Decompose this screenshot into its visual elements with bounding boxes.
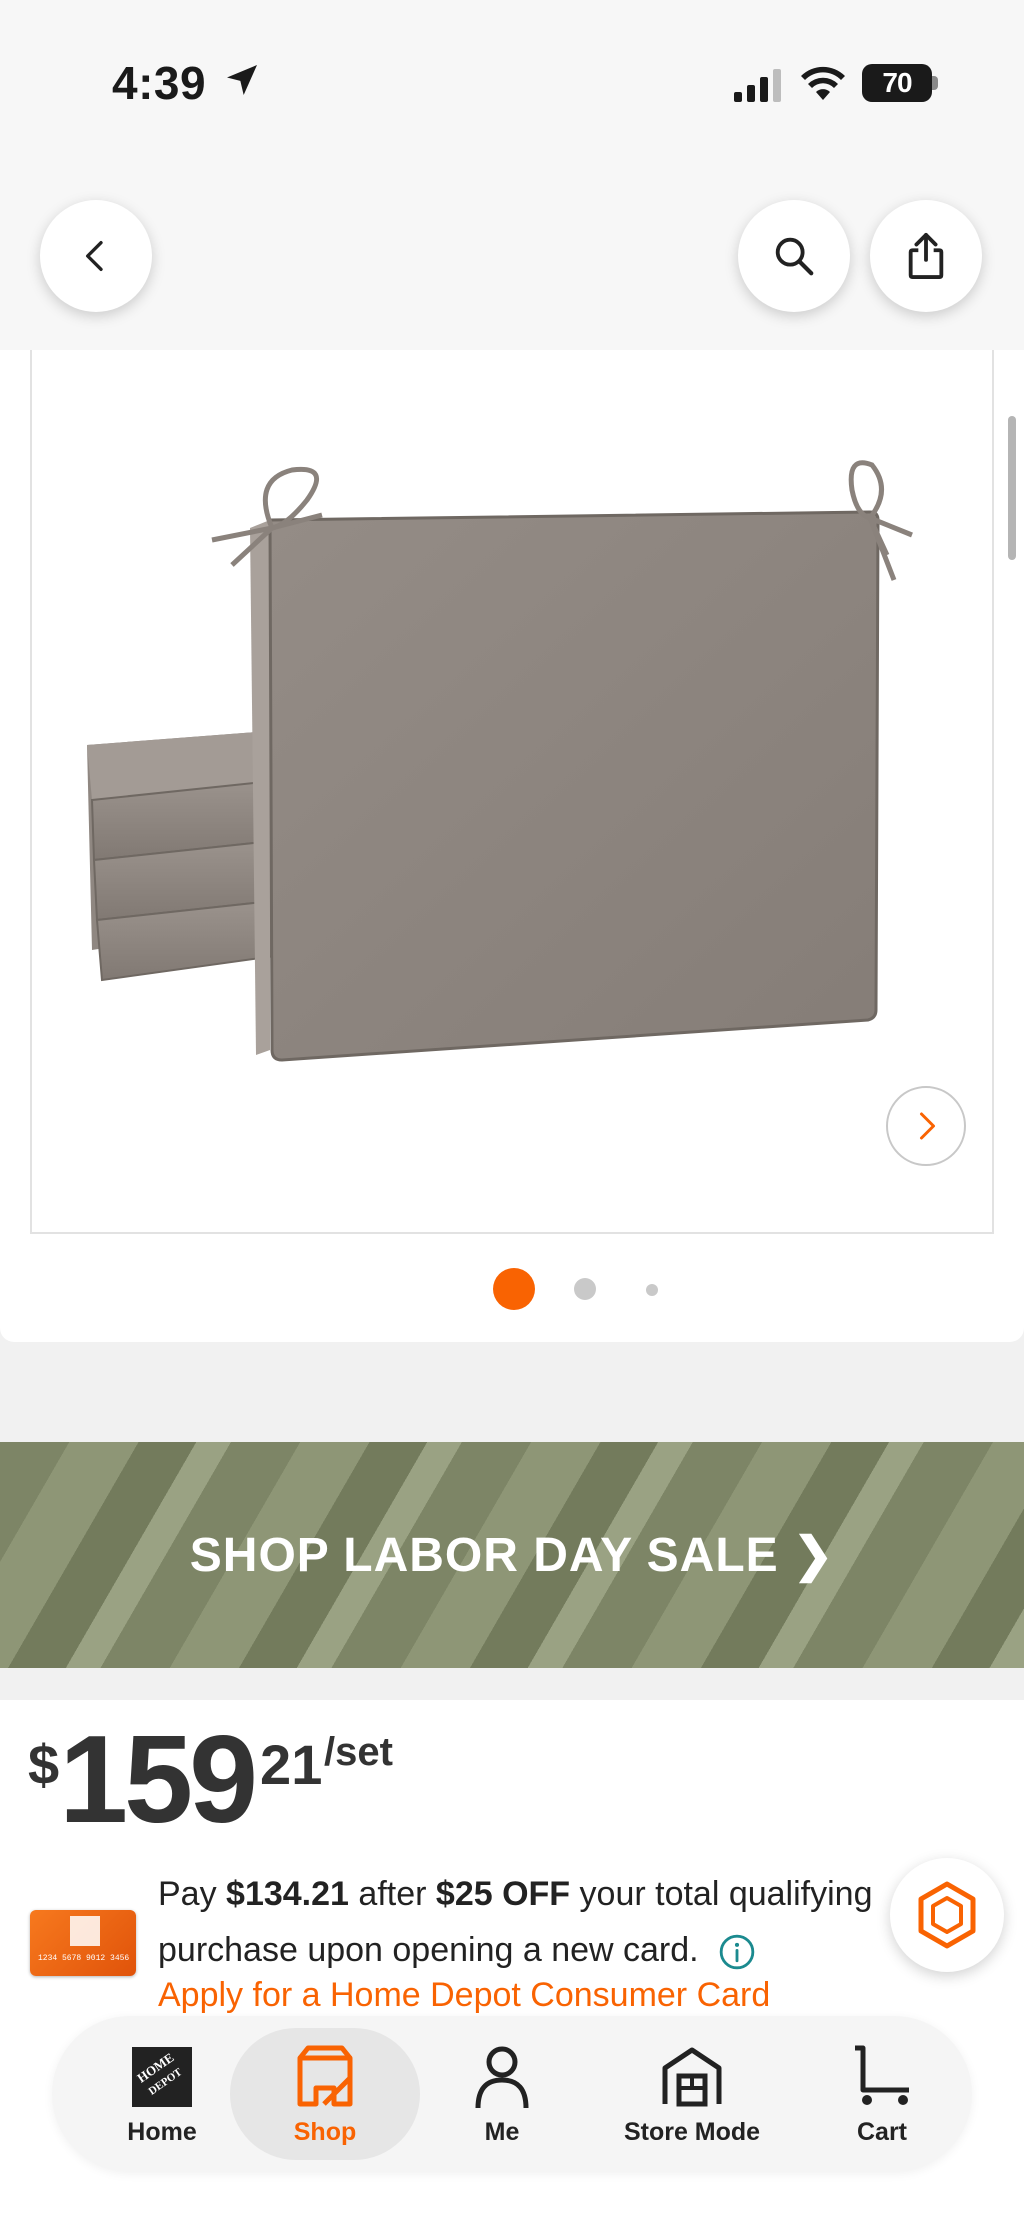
pagination-dot-active[interactable]: [493, 1268, 535, 1310]
tab-label: Home: [127, 2117, 197, 2146]
credit-card-image: 1234 5678 9012 3456: [30, 1910, 136, 1976]
price-cents: 21: [260, 1733, 323, 1796]
battery-icon: 70: [862, 64, 932, 102]
search-icon: [775, 237, 814, 276]
tab-home[interactable]: HOME DEPOT Home: [92, 2016, 232, 2172]
product-price: $ 159 21: [28, 1718, 322, 1842]
promo-rest: your total qualifying: [579, 1875, 873, 1913]
bottom-tab-bar: HOME DEPOT Home Shop Me Store Mode Cart: [52, 2016, 972, 2172]
next-image-button[interactable]: [886, 1086, 966, 1166]
cushion-illustration: [87, 460, 913, 1062]
info-icon[interactable]: [718, 1933, 756, 1971]
share-button[interactable]: [870, 200, 982, 312]
cart-icon: [847, 2042, 917, 2112]
banner-text: SHOP LABOR DAY SALE ❯: [189, 1529, 835, 1582]
hexagon-assistant-icon: [918, 1881, 976, 1949]
promo-after: after: [358, 1875, 427, 1913]
tab-store-mode[interactable]: Store Mode: [582, 2016, 802, 2172]
promo-discount: $25 OFF: [435, 1875, 571, 1913]
store-icon: [657, 2042, 727, 2112]
promo-pay: Pay: [158, 1875, 217, 1913]
share-icon: [908, 233, 944, 280]
status-time: 4:39: [112, 57, 207, 109]
tab-label: Shop: [293, 2117, 357, 2146]
apply-card-link[interactable]: Apply for a Home Depot Consumer Card: [158, 1976, 770, 2015]
promo-line2: purchase upon opening a new card.: [158, 1931, 699, 1969]
card-number: 1234 5678 9012 3456: [38, 1954, 130, 1963]
price-currency: $: [28, 1733, 60, 1796]
card-logo: [70, 1916, 100, 1946]
price-dollars: 159: [59, 1711, 258, 1849]
assistant-button[interactable]: [890, 1858, 1004, 1972]
tab-me[interactable]: Me: [442, 2016, 562, 2172]
chevron-left-icon: [86, 241, 103, 271]
back-button[interactable]: [40, 200, 152, 312]
tab-label: Store Mode: [623, 2117, 761, 2146]
wifi-icon: [801, 66, 845, 100]
battery-level: 70: [882, 67, 912, 98]
scrollbar[interactable]: [1008, 416, 1016, 560]
tab-label: Cart: [856, 2117, 907, 2146]
financing-promo: Pay $134.21 after $25 OFF your total qua…: [158, 1866, 918, 1978]
chevron-right-icon: [920, 1112, 935, 1140]
shop-icon: [290, 2042, 360, 2112]
promo-pay-amount: $134.21: [226, 1875, 349, 1913]
top-nav: [0, 160, 1024, 350]
home-depot-logo-icon: HOME DEPOT: [127, 2042, 197, 2112]
person-icon: [467, 2042, 537, 2112]
tab-shop[interactable]: Shop: [230, 2016, 420, 2172]
gallery-pagination: [0, 1266, 1024, 1310]
location-arrow-icon: [227, 65, 257, 95]
battery-cap: [932, 76, 938, 90]
price-unit: /set: [324, 1730, 393, 1774]
labor-day-sale-banner[interactable]: SHOP LABOR DAY SALE ❯: [0, 1442, 1024, 1668]
tab-label: Me: [484, 2117, 520, 2146]
pagination-dot[interactable]: [574, 1278, 596, 1300]
pagination-dot[interactable]: [646, 1284, 658, 1296]
status-bar: 4:39 70: [0, 0, 1024, 160]
cellular-signal-icon: [734, 69, 781, 102]
tab-cart[interactable]: Cart: [812, 2016, 952, 2172]
product-gallery: [0, 350, 1024, 1342]
search-button[interactable]: [738, 200, 850, 312]
product-image[interactable]: [30, 350, 994, 1234]
